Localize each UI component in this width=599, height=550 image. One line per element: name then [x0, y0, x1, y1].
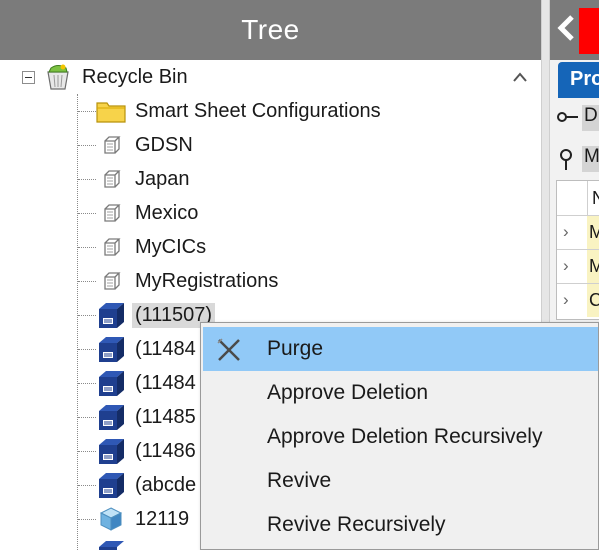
back-arrow-icon[interactable] — [556, 14, 576, 48]
tree-item-label: MyRegistrations — [135, 269, 279, 292]
tree-item-label: (11486 — [135, 439, 196, 462]
tree-item-label: (11484 — [135, 371, 196, 394]
tree-guide-line — [77, 94, 78, 550]
blue-product-icon — [96, 436, 126, 466]
tree-connector — [78, 145, 96, 146]
recycle-bin-icon — [43, 62, 73, 92]
tree-item-11484-a[interactable]: (11484 — [96, 332, 199, 366]
properties-row: D — [550, 102, 599, 135]
menu-item-revive[interactable]: Revive — [203, 459, 598, 503]
chevron-right-icon[interactable]: › — [563, 290, 569, 310]
properties-value: D — [582, 105, 599, 131]
purge-x-icon — [215, 336, 243, 364]
blue-product-icon — [96, 402, 126, 432]
tree-item-abcde[interactable]: (abcde — [96, 468, 199, 502]
properties-header — [550, 0, 599, 60]
tree-item-11486[interactable]: (11486 — [96, 434, 199, 468]
tree-connector — [78, 417, 96, 418]
tree-item-label: GDSN — [135, 133, 193, 156]
menu-item-label: Revive — [267, 469, 332, 492]
blue-product-icon — [96, 538, 126, 550]
tree-connector — [78, 247, 96, 248]
tree-item-11484-b[interactable]: (11484 — [96, 366, 199, 400]
menu-item-approve-deletion[interactable]: Approve Deletion — [203, 371, 598, 415]
key-icon — [556, 108, 580, 132]
tree-item-11485[interactable]: (11485 — [96, 400, 199, 434]
chevron-right-icon[interactable]: › — [563, 222, 569, 242]
collapse-toggle-icon[interactable] — [22, 70, 35, 84]
red-indicator — [579, 8, 599, 54]
tree-item-label: Recycle Bin — [82, 65, 188, 88]
tree-item-recycle-bin[interactable]: Recycle Bin — [22, 60, 191, 94]
blue-product-icon — [96, 368, 126, 398]
tree-connector — [78, 451, 96, 452]
tree-item-label: 12119 — [135, 507, 190, 530]
tree-item-partial — [96, 536, 132, 550]
menu-item-label: Approve Deletion Recursively — [267, 425, 543, 448]
tree-item-label: Mexico — [135, 201, 199, 224]
menu-item-approve-deletion-recursively[interactable]: Approve Deletion Recursively — [203, 415, 598, 459]
folder-icon — [96, 96, 126, 126]
menu-item-label: Approve Deletion — [267, 381, 429, 404]
tree-connector — [78, 281, 96, 282]
tree-item-label: (11484 — [135, 337, 196, 360]
table-row[interactable]: › M — [557, 249, 599, 283]
scroll-up-arrow-icon[interactable] — [505, 64, 535, 90]
tree-connector — [78, 111, 96, 112]
context-menu: Purge Approve Deletion Approve Deletion … — [200, 322, 599, 550]
tree-connector — [78, 213, 96, 214]
cube-outline-icon — [96, 198, 126, 228]
tree-connector — [78, 485, 96, 486]
table-cell: M — [587, 216, 599, 249]
blue-product-icon — [96, 300, 126, 330]
tree-item-myregistrations[interactable]: MyRegistrations — [96, 264, 281, 298]
tree-connector — [78, 349, 96, 350]
cube-outline-icon — [96, 266, 126, 296]
tree-item-label: Smart Sheet Configurations — [135, 99, 381, 122]
tree-item-12119[interactable]: 12119 — [96, 502, 192, 536]
table-row[interactable]: › M — [557, 215, 599, 249]
tab-properties[interactable]: Pro — [558, 62, 599, 98]
properties-value: M — [582, 146, 599, 172]
table-header: N — [587, 181, 599, 215]
tree-item-label: Japan — [135, 167, 190, 190]
table-row[interactable]: › C — [557, 283, 599, 317]
table-cell: M — [587, 250, 599, 283]
tree-connector — [78, 519, 96, 520]
tree-item-label: (abcde — [135, 473, 197, 496]
tree-panel-title: Tree — [0, 0, 541, 60]
table-cell: C — [587, 284, 599, 317]
menu-item-revive-recursively[interactable]: Revive Recursively — [203, 503, 598, 547]
cube-3d-icon — [96, 504, 126, 534]
tree-connector — [78, 383, 96, 384]
tree-item-111507[interactable]: (111507) — [96, 298, 216, 332]
tree-item-mycics[interactable]: MyCICs — [96, 230, 209, 264]
cube-outline-icon — [96, 232, 126, 262]
menu-item-purge[interactable]: Purge — [203, 327, 598, 371]
menu-item-label: Revive Recursively — [267, 513, 446, 536]
properties-row: M — [550, 143, 599, 176]
tree-item-label: MyCICs — [135, 235, 207, 258]
chevron-right-icon[interactable]: › — [563, 256, 569, 276]
properties-table: N › M › M › C — [556, 180, 599, 320]
table-header-row: N — [557, 181, 599, 215]
tree-item-gdsn[interactable]: GDSN — [96, 128, 196, 162]
pin-icon — [556, 148, 576, 178]
tree-connector — [78, 315, 96, 316]
blue-product-icon — [96, 470, 126, 500]
tree-item-label: (11485 — [135, 405, 196, 428]
cube-outline-icon — [96, 130, 126, 160]
menu-item-label: Purge — [267, 337, 324, 360]
tree-item-mexico[interactable]: Mexico — [96, 196, 201, 230]
tree-item-smart-sheet-configurations[interactable]: Smart Sheet Configurations — [96, 94, 384, 128]
tree-item-japan[interactable]: Japan — [96, 162, 193, 196]
tree-connector — [78, 179, 96, 180]
cube-outline-icon — [96, 164, 126, 194]
blue-product-icon — [96, 334, 126, 364]
